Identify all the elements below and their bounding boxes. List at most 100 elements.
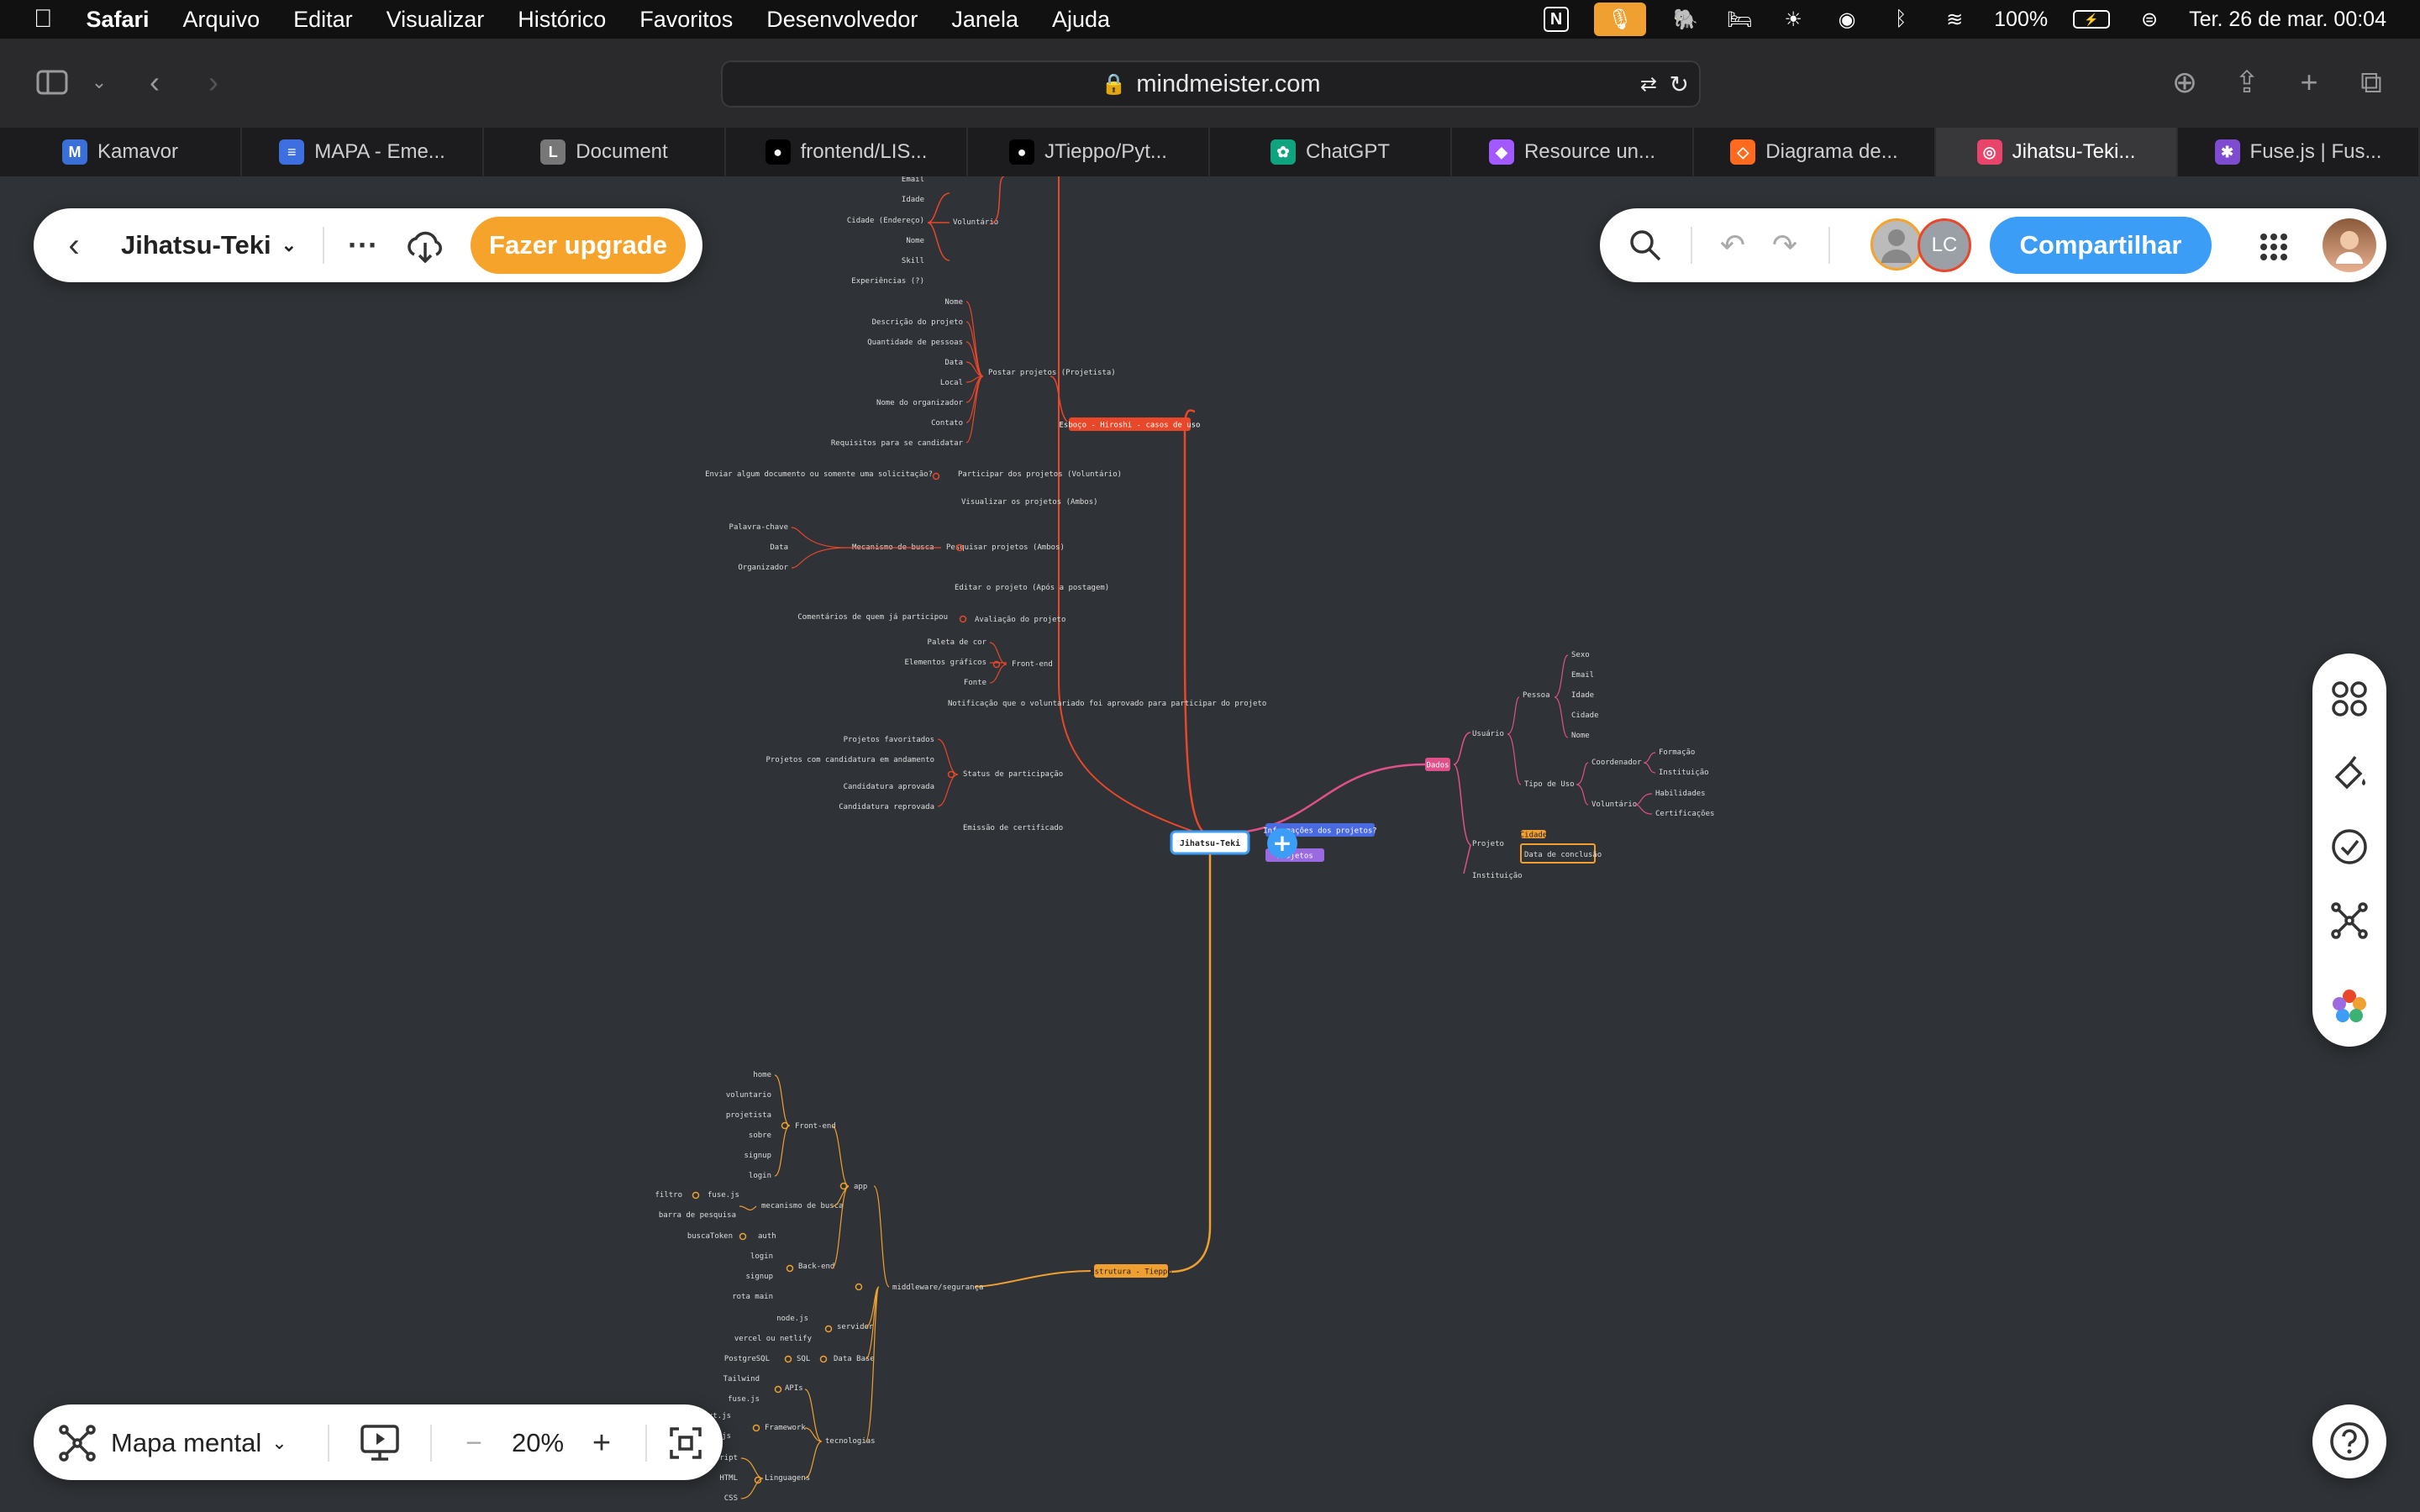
topic-label[interactable]: Framework bbox=[765, 1424, 806, 1432]
topic-label[interactable]: Enviar algum documento ou somente uma so… bbox=[705, 470, 933, 479]
tab-overview-icon[interactable]: ⧉ bbox=[2349, 60, 2393, 104]
browser-tab[interactable]: ✿ ChatGPT bbox=[1210, 128, 1452, 176]
connector-dot[interactable] bbox=[784, 1355, 792, 1363]
branch-line[interactable] bbox=[965, 375, 984, 423]
forward-icon[interactable]: › bbox=[192, 60, 235, 104]
zoom-in-button[interactable]: + bbox=[581, 1423, 622, 1463]
topic-label[interactable]: barra de pesquisa bbox=[659, 1211, 736, 1220]
topic-label[interactable]: signup bbox=[744, 1152, 771, 1160]
topic-label[interactable]: app bbox=[854, 1183, 867, 1191]
menu-arquivo[interactable]: Arquivo bbox=[183, 7, 260, 33]
topic-label[interactable]: Tipo de Uso bbox=[1524, 780, 1575, 789]
topic-label[interactable]: servidor bbox=[837, 1323, 874, 1331]
connector-dot[interactable] bbox=[947, 770, 955, 779]
topic-label[interactable]: Emissão de certificado bbox=[963, 824, 1063, 832]
connector-dot[interactable] bbox=[692, 1191, 700, 1200]
topic-label[interactable]: signup bbox=[745, 1273, 773, 1281]
check-circle-icon[interactable] bbox=[2324, 822, 2375, 872]
undo-icon[interactable]: ↶ bbox=[1712, 227, 1753, 264]
microphone-icon[interactable]: 🎙 bbox=[1594, 3, 1647, 36]
topic-label[interactable]: fuse.js bbox=[708, 1191, 739, 1200]
root-node[interactable]: Jihatsu-Teki bbox=[1180, 838, 1240, 848]
menu-janela[interactable]: Janela bbox=[951, 7, 1018, 33]
connector-dot[interactable] bbox=[824, 1325, 833, 1333]
browser-tab[interactable]: ◎ Jihatsu-Teki... bbox=[1936, 128, 2178, 176]
sidebar-toggle-icon[interactable] bbox=[30, 60, 74, 104]
connector-dot[interactable] bbox=[786, 1264, 794, 1273]
topic-label[interactable]: Notificação que o voluntariado foi aprov… bbox=[948, 700, 1266, 708]
control-center-icon[interactable]: ⊜ bbox=[2135, 7, 2164, 32]
branch-line[interactable] bbox=[974, 1270, 1092, 1288]
topic-label[interactable]: Experiências (?) bbox=[851, 276, 924, 286]
reload-icon[interactable]: ↻ bbox=[1670, 71, 1689, 98]
connector-dot[interactable] bbox=[932, 472, 940, 480]
browser-tab[interactable]: ◆ Resource un... bbox=[1452, 128, 1694, 176]
share-button[interactable]: Compartilhar bbox=[1990, 217, 2212, 274]
topic-label[interactable]: Visualizar os projetos (Ambos) bbox=[961, 498, 1098, 507]
topic-label[interactable]: voluntario bbox=[726, 1091, 771, 1100]
branch-dados[interactable]: Dados bbox=[1426, 762, 1449, 770]
map-title[interactable]: Jihatsu-Teki ⌄ bbox=[121, 225, 297, 265]
mindmap-view-icon[interactable] bbox=[57, 1423, 97, 1463]
topic-label[interactable]: HTML bbox=[719, 1474, 738, 1483]
menu-safari[interactable]: Safari bbox=[87, 7, 150, 33]
topic-label[interactable]: Pesquisar projetos (Ambos) bbox=[946, 543, 1065, 552]
plus-icon[interactable]: + bbox=[1272, 829, 1292, 857]
connector-dot[interactable] bbox=[819, 1355, 828, 1363]
topic-label[interactable]: Nome do organizador bbox=[876, 399, 964, 407]
connector-dot[interactable] bbox=[855, 1283, 863, 1291]
topic-label[interactable]: projetista bbox=[726, 1111, 771, 1120]
topic-label[interactable]: Contato bbox=[931, 419, 963, 428]
elephant-icon[interactable]: 🐘 bbox=[1671, 7, 1700, 32]
topic-label[interactable]: Paleta de cor bbox=[928, 638, 987, 647]
topic-label[interactable]: CSS bbox=[724, 1494, 738, 1503]
topic-label[interactable]: middleware/segurança bbox=[892, 1284, 983, 1292]
branch-line[interactable] bbox=[991, 176, 1005, 223]
topic-label[interactable]: Organizador bbox=[738, 564, 788, 572]
airdrop-icon[interactable]: ◉ bbox=[1833, 7, 1861, 32]
connector-dot[interactable] bbox=[752, 1424, 760, 1432]
mindmap-canvas[interactable]: Esboço - Hiroshi - casos de uso Email Idad… bbox=[0, 176, 2420, 1512]
menu-historico[interactable]: Histórico bbox=[518, 7, 606, 33]
back-icon[interactable]: ‹ bbox=[133, 60, 176, 104]
menu-editar[interactable]: Editar bbox=[293, 7, 353, 33]
topic-label[interactable]: APIs bbox=[785, 1384, 803, 1393]
topic-label[interactable]: filtro bbox=[655, 1191, 682, 1200]
mindmap-diagram[interactable]: Esboço - Hiroshi - casos de uso Email Idad… bbox=[0, 176, 2420, 1512]
browser-tab[interactable]: ● frontend/LIS... bbox=[726, 128, 968, 176]
branch-line[interactable] bbox=[937, 738, 959, 807]
topic-label[interactable]: Postar projetos (Projetista) bbox=[988, 369, 1116, 377]
more-dots-icon[interactable]: ··· bbox=[343, 227, 383, 264]
paint-bucket-icon[interactable] bbox=[2324, 748, 2375, 798]
topic-label[interactable]: vercel ou netlify bbox=[734, 1335, 813, 1343]
topic-label[interactable]: Tailwind bbox=[723, 1375, 760, 1383]
topic-label[interactable]: fuse.js bbox=[728, 1395, 760, 1404]
help-icon[interactable] bbox=[2312, 1404, 2386, 1478]
menu-visualizar[interactable]: Visualizar bbox=[387, 7, 485, 33]
topic-label[interactable]: node.js bbox=[776, 1315, 808, 1323]
topic-label[interactable]: mecanismo de busca bbox=[761, 1202, 844, 1210]
topic-label[interactable]: Status de participação bbox=[963, 770, 1063, 779]
new-tab-icon[interactable]: + bbox=[2287, 60, 2331, 104]
chevron-down-icon[interactable]: ⌄ bbox=[77, 60, 121, 104]
branch-line[interactable] bbox=[927, 192, 950, 261]
topic-label[interactable]: SQL bbox=[797, 1355, 810, 1363]
battery-icon[interactable]: ⚡ bbox=[2073, 10, 2111, 29]
branch-line[interactable] bbox=[965, 321, 984, 377]
topic-label[interactable]: Palavra-chave bbox=[729, 523, 788, 532]
browser-tab[interactable]: ● JTieppo/Pyt... bbox=[968, 128, 1210, 176]
topic-label[interactable]: Email bbox=[1571, 671, 1594, 680]
browser-tab[interactable]: ✱ Fuse.js | Fus... bbox=[2178, 128, 2420, 176]
topic-label[interactable]: buscaToken bbox=[687, 1232, 733, 1241]
topic-label[interactable]: Comentários de quem já participou bbox=[797, 613, 948, 622]
grid-icon[interactable] bbox=[2254, 227, 2294, 267]
branch-esboco[interactable]: Esboço - Hiroshi - casos de uso bbox=[1060, 422, 1201, 430]
topic-label[interactable]: Quantidade de pessoas bbox=[867, 339, 963, 347]
connector-dot[interactable] bbox=[781, 1121, 789, 1130]
topic-label[interactable]: Projetos com candidatura em andamento bbox=[766, 756, 934, 764]
topic-label[interactable]: Front-end bbox=[795, 1122, 836, 1131]
widgets-icon[interactable] bbox=[2324, 674, 2375, 724]
topic-label[interactable]: Descrição do projeto bbox=[872, 318, 963, 327]
color-flower-icon[interactable] bbox=[2324, 981, 2375, 1032]
topic-label[interactable]: Participar dos projetos (Voluntário) bbox=[958, 470, 1122, 479]
